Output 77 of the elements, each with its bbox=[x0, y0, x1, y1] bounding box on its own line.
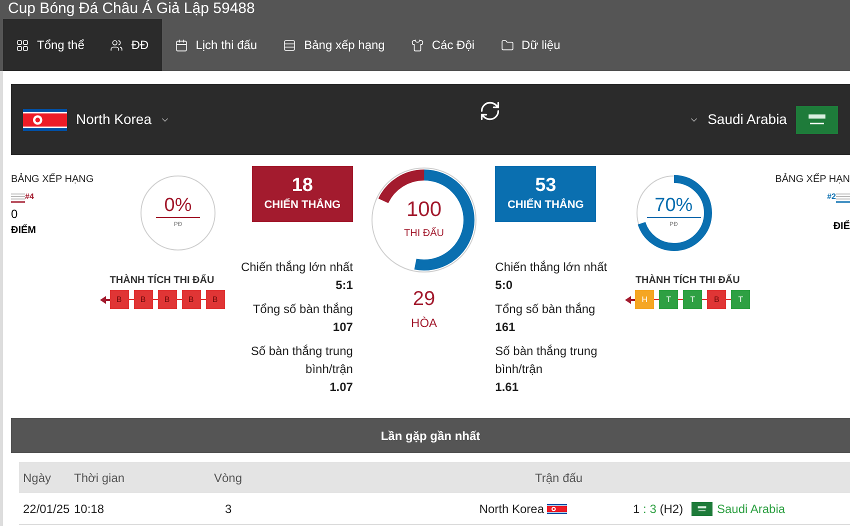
stat-value: 1.07 bbox=[330, 379, 353, 396]
page-title: Cup Bóng Đá Châu Á Giả Lập 59488 bbox=[7, 0, 256, 18]
column-header: Trận đấu bbox=[535, 470, 583, 486]
tab-icon bbox=[16, 38, 29, 52]
stat-value: 161 bbox=[495, 319, 516, 336]
wins-count: 18 bbox=[292, 174, 313, 197]
arrow-left-icon bbox=[625, 296, 636, 304]
nav-tab[interactable]: Bảng xếp hạng bbox=[270, 19, 398, 71]
ranking-icon bbox=[11, 193, 25, 203]
form-result: B bbox=[206, 290, 224, 309]
nav-tab[interactable]: Lịch thi đấu bbox=[162, 19, 270, 71]
wins-label: CHIẾN THẮNG bbox=[507, 197, 584, 213]
ranking-icon bbox=[836, 193, 850, 203]
refresh-icon[interactable] bbox=[478, 100, 501, 122]
tab-icon bbox=[283, 38, 296, 52]
form-result: B bbox=[707, 290, 726, 309]
arrow-left-icon bbox=[100, 296, 110, 304]
stat-label: Tổng số bàn thắng bbox=[252, 301, 353, 318]
stat-value: 107 bbox=[332, 319, 353, 336]
column-header: Ngày bbox=[22, 470, 52, 486]
flag-icon bbox=[691, 502, 713, 516]
form-result: T bbox=[731, 290, 750, 309]
form-result: B bbox=[182, 290, 200, 309]
points-label: ĐIỂ bbox=[833, 219, 850, 234]
date-cell-text: 22/01/25 bbox=[22, 500, 71, 518]
nav-tab[interactable]: Các Đội bbox=[398, 19, 488, 71]
draws-count: 29 bbox=[412, 287, 436, 312]
column-header: Vòng bbox=[214, 470, 244, 486]
stat-value: 5:1 bbox=[336, 277, 353, 294]
column-header: Thời gian bbox=[74, 470, 126, 486]
form-result: T bbox=[683, 290, 702, 309]
rank-heading: BẢNG XẾP HẠN bbox=[775, 172, 850, 187]
win-rate-value: 0% bbox=[156, 196, 200, 218]
tab-icon bbox=[500, 38, 514, 52]
stat-label: Tổng số bàn thắng bbox=[495, 301, 596, 318]
score-cell-text: 1 : 3 (H2) bbox=[633, 500, 684, 518]
tab-icon bbox=[410, 38, 424, 52]
nav-tab[interactable]: Tổng thể bbox=[3, 19, 98, 71]
rank-value: #4 bbox=[25, 191, 34, 203]
stat-label: Chiến thắng lớn nhất bbox=[240, 259, 353, 276]
team-label: North Korea bbox=[479, 500, 544, 518]
nav-tab[interactable]: ĐĐ bbox=[97, 19, 162, 71]
stat-label: Số bàn thắng trung bình/trận bbox=[250, 343, 353, 378]
team-label: Saudi Arabia bbox=[717, 500, 786, 518]
form-result: T bbox=[659, 290, 678, 309]
flag-icon bbox=[796, 106, 838, 134]
team-name[interactable]: North Korea bbox=[76, 109, 152, 130]
form-result: H bbox=[635, 290, 654, 309]
team-name[interactable]: Saudi Arabia bbox=[708, 109, 787, 130]
time-cell-text: 10:18 bbox=[74, 500, 106, 518]
flag-icon bbox=[547, 504, 567, 514]
stat-value: 5:0 bbox=[495, 277, 512, 294]
form-result: B bbox=[134, 290, 152, 309]
stat-value: 1.61 bbox=[495, 379, 519, 396]
matches-count: 100 bbox=[406, 199, 442, 220]
win-rate-value: 70% bbox=[646, 196, 701, 218]
match-row[interactable]: 22/01/25 10:18 3 North Korea 1 : 3 (H2) Saudi Arabia bbox=[19, 493, 850, 525]
section-title: Lần gặp gần nhất bbox=[380, 428, 480, 444]
tab-icon bbox=[174, 38, 188, 52]
wins-label: CHIẾN THẮNG bbox=[264, 197, 341, 213]
wins-count: 53 bbox=[535, 174, 556, 197]
form-result: B bbox=[110, 290, 128, 309]
form-heading: THÀNH TÍCH THI ĐẤU bbox=[635, 273, 740, 288]
nav-tab[interactable]: Dữ liệu bbox=[488, 19, 574, 71]
matches-label: THI ĐẤU bbox=[404, 226, 444, 241]
rank-value: #2 bbox=[827, 191, 836, 203]
points-label: ĐIỂM bbox=[11, 223, 37, 238]
points-value: 0 bbox=[11, 206, 19, 223]
rank-heading: BẢNG XẾP HẠNG bbox=[11, 172, 95, 187]
form-heading: THÀNH TÍCH THI ĐẤU bbox=[110, 273, 214, 288]
flag-icon bbox=[23, 108, 67, 130]
round-cell-text: 3 bbox=[225, 500, 233, 518]
draws-label: HÒA bbox=[411, 315, 438, 332]
form-result: B bbox=[158, 290, 176, 309]
stat-label: Chiến thắng lớn nhất bbox=[495, 259, 608, 276]
tab-icon bbox=[110, 38, 124, 52]
stat-label: Số bàn thắng trung bình/trận bbox=[495, 343, 598, 378]
